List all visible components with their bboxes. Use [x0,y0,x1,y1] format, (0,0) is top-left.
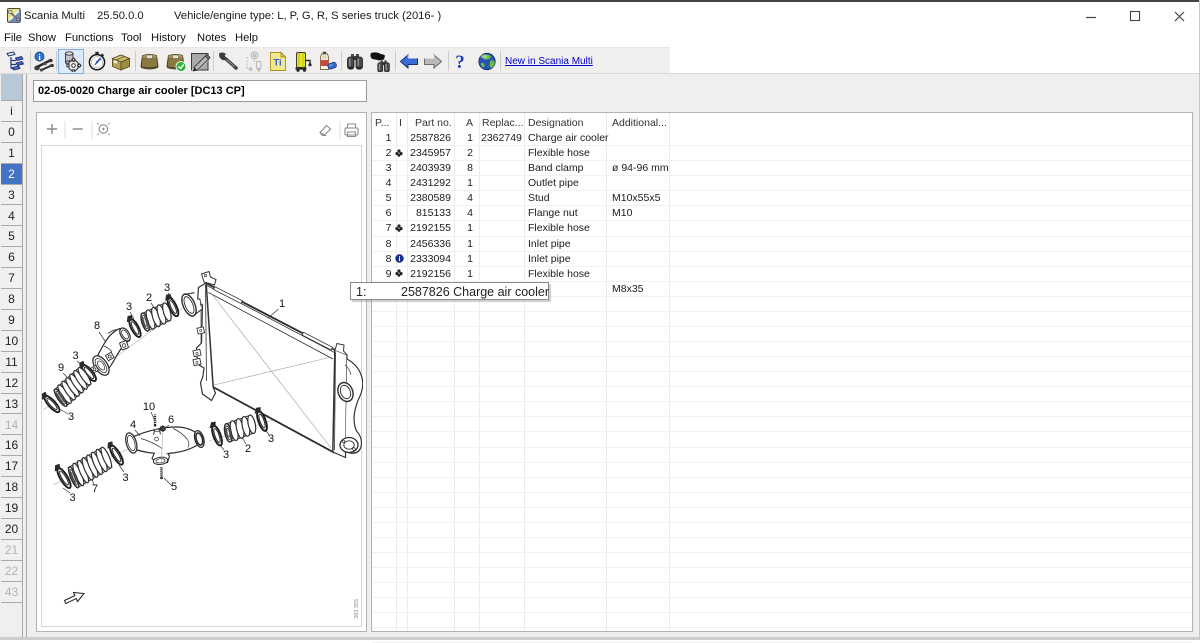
svg-text:4: 4 [130,419,136,431]
svg-text:9: 9 [58,362,64,374]
svg-text:3: 3 [223,449,229,461]
svg-text:3: 3 [68,411,74,423]
svg-text:2: 2 [146,292,152,304]
svg-text:2: 2 [245,443,251,455]
svg-text:3: 3 [69,492,75,504]
svg-text:5: 5 [171,481,177,493]
svg-text:3: 3 [122,472,128,484]
svg-text:7: 7 [92,483,98,495]
svg-text:3: 3 [72,350,78,362]
svg-text:3: 3 [164,282,170,294]
svg-text:Ti: Ti [273,58,281,69]
svg-text:383 355: 383 355 [354,599,360,619]
svg-text:6: 6 [168,414,174,426]
svg-text:8: 8 [94,320,100,332]
svg-text:?: ? [455,52,465,72]
svg-text:3: 3 [126,301,132,313]
svg-text:1: 1 [279,298,285,310]
svg-text:10: 10 [143,401,155,413]
